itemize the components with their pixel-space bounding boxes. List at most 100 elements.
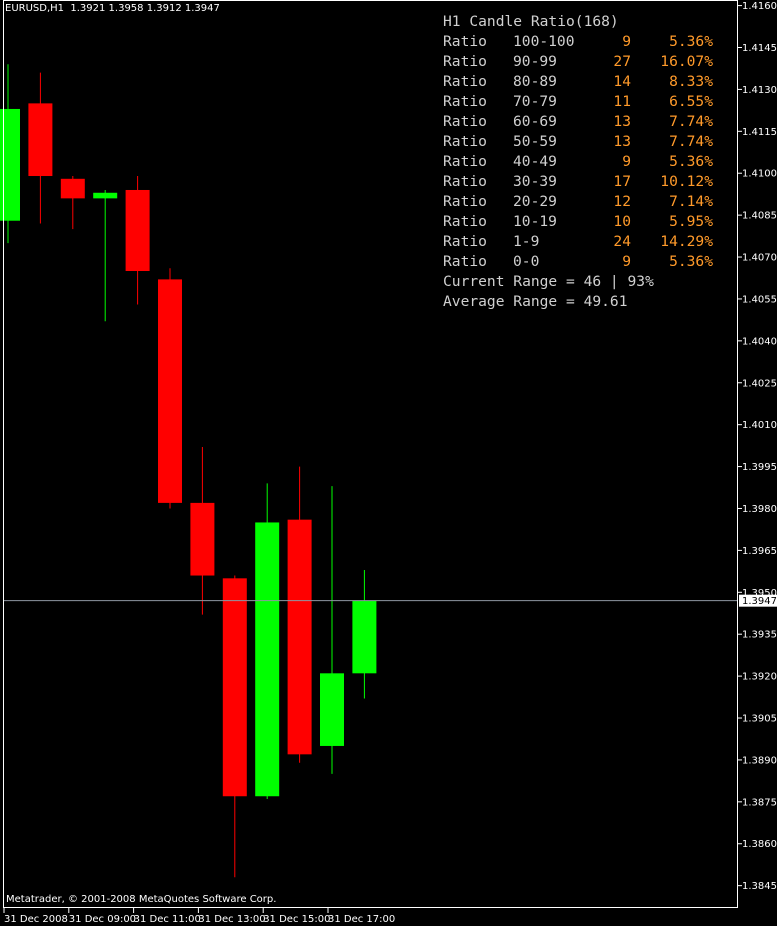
bearish-candle[interactable] (28, 72, 53, 224)
y-tick-label: 1.4040 (742, 336, 777, 347)
bullish-candle[interactable] (93, 189, 118, 322)
ratio-row-percent: 5.36% (669, 33, 713, 50)
candle-body (158, 279, 182, 503)
y-tick-label: 1.4130 (742, 85, 777, 96)
y-tick-label: 1.4160 (742, 1, 777, 12)
ratio-row-label: Ratio (443, 73, 487, 90)
ratio-row-percent: 14.29% (660, 233, 713, 250)
ratio-row-bucket: 1-9 (513, 233, 540, 250)
ratio-row-bucket: 10-19 (513, 213, 557, 230)
ratio-row-bucket: 60-69 (513, 113, 557, 130)
current-range: Current Range = 46 | 93% (443, 273, 654, 290)
bullish-candle[interactable] (255, 483, 280, 800)
ratio-row: Ratio 40-49 9 5.36% (443, 152, 713, 172)
bearish-candle[interactable] (158, 268, 182, 509)
y-tick-label: 1.3875 (742, 797, 777, 808)
y-tick-label: 1.4025 (742, 378, 777, 389)
ratio-row-percent: 7.74% (669, 133, 713, 150)
ratio-row-count: 13 (613, 133, 631, 150)
ratio-row-label: Ratio (443, 233, 487, 250)
ratio-row-percent: 10.12% (660, 173, 713, 190)
current-price-line-layer: 1.3947 (3, 594, 777, 607)
ratio-row-count: 11 (613, 93, 631, 110)
candle-ratio-panel: H1 Candle Ratio(168) Ratio 100-100 9 5.36% R… (443, 12, 713, 312)
bullish-candle[interactable] (320, 486, 344, 774)
ratio-row-label: Ratio (443, 253, 487, 270)
candles-layer (0, 64, 377, 878)
y-tick-label: 1.4100 (742, 169, 777, 180)
ratio-row: Ratio 10-19 10 5.95% (443, 212, 713, 232)
ratio-row-percent: 5.36% (669, 253, 713, 270)
ratio-row: Ratio 0-0 9 5.36% (443, 252, 713, 272)
ratio-row: Ratio 30-39 17 10.12% (443, 172, 713, 192)
ratio-row-label: Ratio (443, 153, 487, 170)
y-tick-label: 1.4115 (742, 127, 777, 138)
y-tick-label: 1.3920 (742, 672, 777, 683)
ratio-row-bucket: 90-99 (513, 53, 557, 70)
x-tick-label: 31 Dec 09:00 (69, 914, 136, 925)
ratio-row-count: 27 (613, 53, 631, 70)
x-tick-label: 31 Dec 13:00 (198, 914, 265, 925)
candle-body (190, 502, 215, 576)
x-tick-label: 31 Dec 17:00 (328, 914, 395, 925)
candle-body (28, 103, 53, 177)
candle-body (222, 578, 247, 797)
ratio-row-count: 13 (613, 113, 631, 130)
bearish-candle[interactable] (60, 176, 85, 230)
ratio-row-count: 10 (613, 213, 631, 230)
y-tick-label: 1.3890 (742, 755, 777, 766)
bearish-candle[interactable] (287, 466, 312, 763)
y-tick-label: 1.3965 (742, 546, 777, 557)
ratio-row-bucket: 100-100 (513, 33, 575, 50)
symbol-title: EURUSD,H1 1.3921 1.3958 1.3912 1.3947 (5, 3, 220, 14)
ratio-row-count: 17 (613, 173, 631, 190)
bearish-candle[interactable] (222, 575, 247, 878)
y-tick-label: 1.3935 (742, 630, 777, 641)
ratio-row-percent: 6.55% (669, 93, 713, 110)
ratio-row-percent: 16.07% (660, 53, 713, 70)
candle-body (60, 178, 85, 199)
x-tick-label: 31 Dec 2008 (4, 914, 68, 925)
ratio-row: Ratio 100-100 9 5.36% (443, 32, 713, 52)
candle-body (352, 600, 377, 674)
ratio-panel-title: H1 Candle Ratio(168) (443, 13, 619, 30)
ratio-row-bucket: 50-59 (513, 133, 557, 150)
ratio-row-percent: 7.74% (669, 113, 713, 130)
candle-body (320, 673, 344, 746)
ratio-row-bucket: 40-49 (513, 153, 557, 170)
ratio-row-count: 24 (613, 233, 631, 250)
ratio-row: Ratio 20-29 12 7.14% (443, 192, 713, 212)
ratio-row-percent: 5.36% (669, 153, 713, 170)
ratio-row-percent: 8.33% (669, 73, 713, 90)
ratio-row-count: 12 (613, 193, 631, 210)
ratio-row-count: 9 (622, 253, 631, 270)
ratio-row: Ratio 1-9 24 14.29% (443, 232, 713, 252)
bearish-candle[interactable] (190, 447, 215, 615)
y-tick-label: 1.4085 (742, 211, 777, 222)
ratio-row-label: Ratio (443, 93, 487, 110)
ratio-row-bucket: 30-39 (513, 173, 557, 190)
y-tick-label: 1.3995 (742, 462, 777, 473)
ratio-row: Ratio 80-89 14 8.33% (443, 72, 713, 92)
bearish-candle[interactable] (125, 176, 150, 305)
ratio-row: Ratio 60-69 13 7.74% (443, 112, 713, 132)
ratio-row-percent: 7.14% (669, 193, 713, 210)
copyright-notice: Metatrader, © 2001-2008 MetaQuotes Softw… (6, 894, 277, 905)
average-range: Average Range = 49.61 (443, 293, 628, 310)
y-tick-label: 1.4145 (742, 43, 777, 54)
ratio-row-label: Ratio (443, 193, 487, 210)
ratio-row-percent: 5.95% (669, 213, 713, 230)
ratio-row-label: Ratio (443, 133, 487, 150)
bullish-candle[interactable] (352, 569, 377, 699)
ratio-row-bucket: 70-79 (513, 93, 557, 110)
ratio-row-count: 14 (613, 73, 631, 90)
ratio-row-count: 9 (622, 153, 631, 170)
ratio-rows: Ratio 100-100 9 5.36% Ratio 90-99 27 16.07% Rati… (443, 32, 713, 272)
candle-body (255, 522, 280, 797)
ratio-row-label: Ratio (443, 113, 487, 130)
y-tick-label: 1.3905 (742, 714, 777, 725)
ratio-row: Ratio 90-99 27 16.07% (443, 52, 713, 72)
ratio-row-bucket: 20-29 (513, 193, 557, 210)
x-tick-label: 31 Dec 11:00 (134, 914, 201, 925)
chart-window[interactable]: 1.3947 1.4160 1.4145 1.4130 1.4115 1.4100 1.4… (0, 0, 777, 926)
